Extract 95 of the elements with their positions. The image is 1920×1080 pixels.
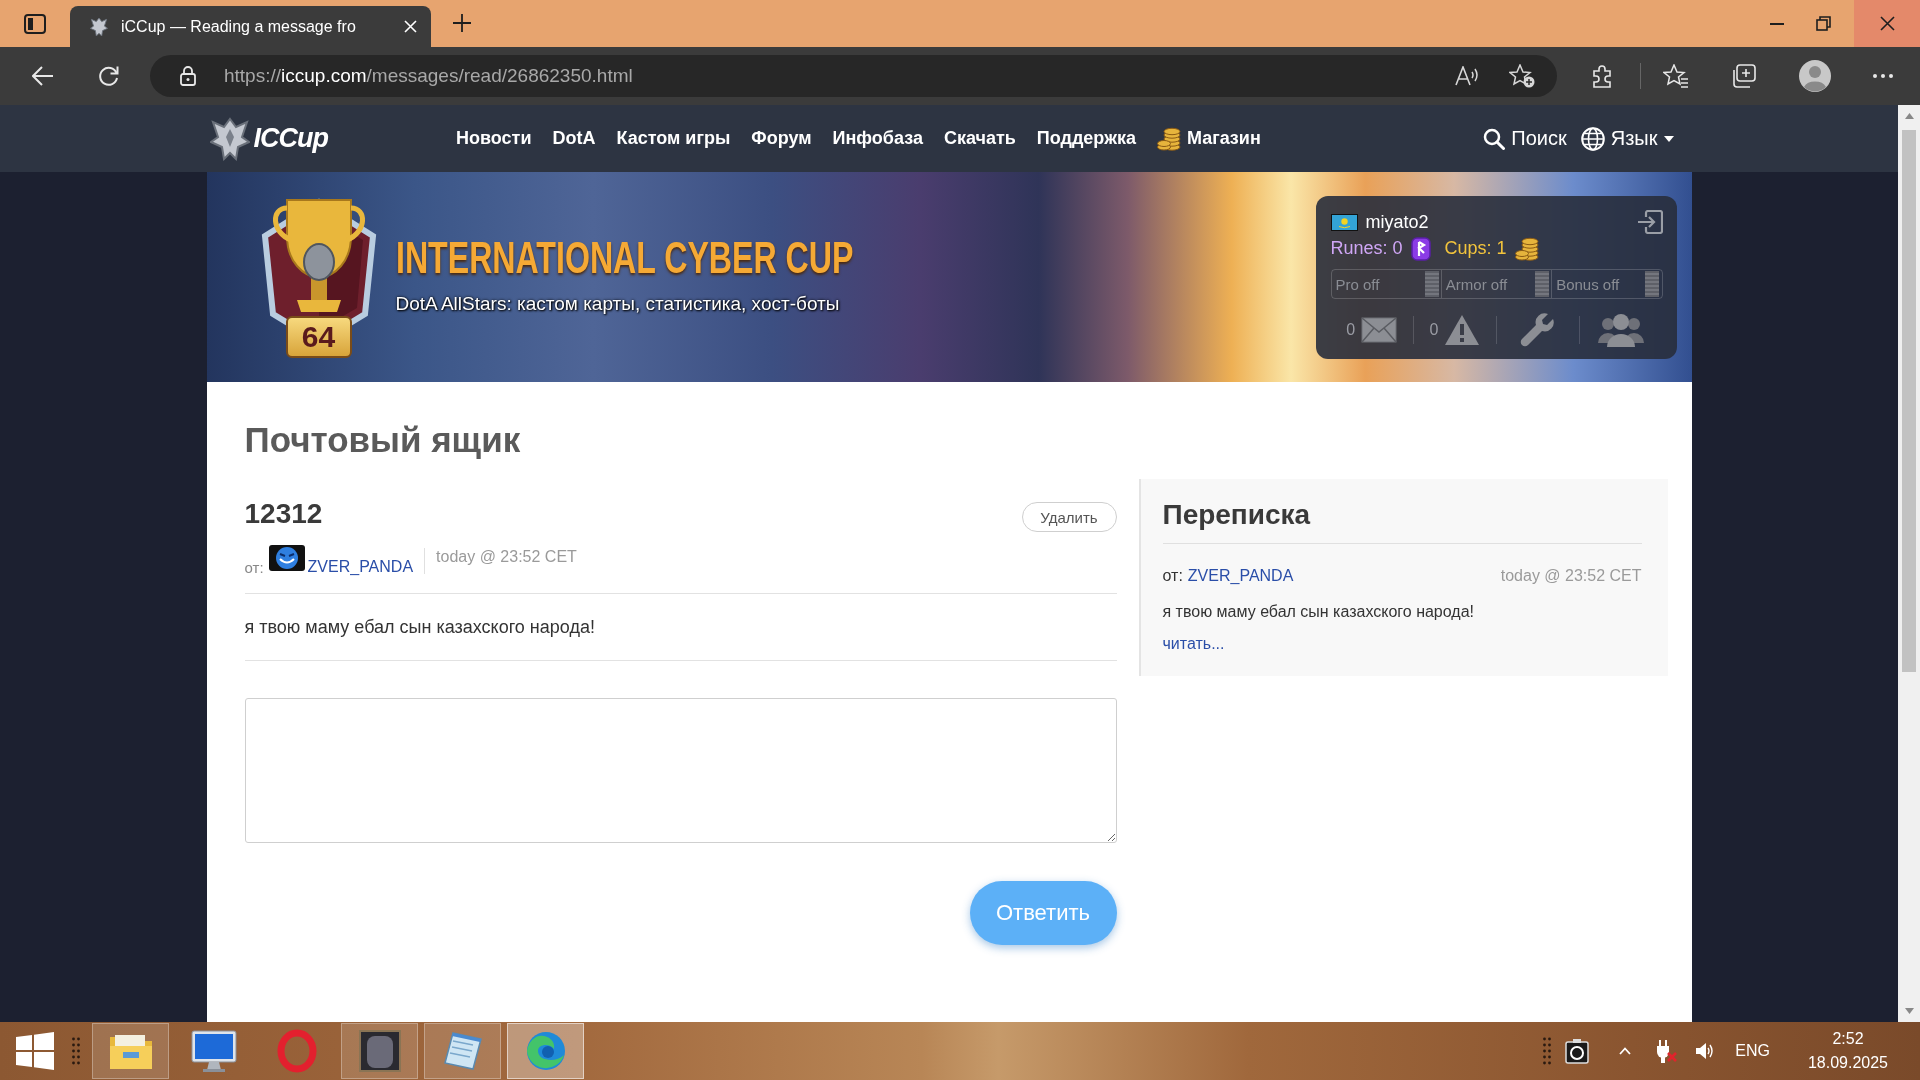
from-label: от: [1162, 567, 1183, 585]
scroll-down-icon[interactable] [1904, 1008, 1914, 1014]
toggle-button[interactable]: Armor off [1441, 270, 1553, 299]
delete-button[interactable]: Удалить [1021, 502, 1117, 532]
language-menu[interactable]: Язык [1580, 126, 1674, 151]
nav-link[interactable]: Форум [751, 128, 812, 149]
conversation-title: Переписка [1162, 497, 1642, 544]
message-time: today @ 23:52 CET [1500, 567, 1642, 585]
sender-link[interactable]: ZVER_PANDA [1187, 567, 1294, 585]
message-time: today @ 23:52 CET [436, 548, 577, 566]
back-arrow-icon[interactable] [32, 66, 54, 86]
rune-icon [1410, 236, 1431, 261]
address-field[interactable]: https://iccup.com/messages/read/26862350.html [150, 55, 1557, 97]
taskbar-app[interactable] [507, 1023, 584, 1079]
reply-field[interactable] [244, 698, 1117, 843]
power-plug-icon[interactable] [1655, 1039, 1678, 1063]
app-tile-icon [358, 1030, 401, 1072]
search-link[interactable]: Поиск [1483, 127, 1567, 150]
nav-link[interactable]: Скачать [943, 128, 1016, 149]
avatar-icon [268, 545, 305, 571]
counter-number: 0 [1429, 321, 1439, 340]
message-body: я твою маму ебал сын казахского народа! [244, 594, 1117, 661]
monitor-icon [190, 1030, 237, 1072]
taskbar-app[interactable] [424, 1023, 501, 1079]
grip-handle-icon[interactable] [1543, 1037, 1552, 1065]
camera-icon[interactable] [1565, 1038, 1590, 1064]
coins-icon [1514, 236, 1539, 261]
scroll-up-icon[interactable] [1904, 113, 1914, 119]
scrollbar[interactable] [1898, 105, 1920, 1022]
caret-icon [1663, 135, 1674, 142]
users-icon[interactable] [1598, 313, 1645, 348]
windows-logo-icon[interactable] [16, 1032, 54, 1070]
nav-link[interactable]: Кастом игры [616, 128, 731, 149]
rank-plaque: 64 [285, 316, 352, 358]
close-icon[interactable] [404, 20, 417, 33]
grip-handle-icon[interactable] [72, 1037, 80, 1065]
lock-icon[interactable] [180, 66, 196, 86]
refresh-icon[interactable] [98, 65, 120, 87]
toggle-button[interactable]: Bonus off [1552, 270, 1662, 299]
close-icon [1879, 16, 1895, 31]
globe-icon [1580, 126, 1605, 151]
message-excerpt: я твою маму ебал сын казахского народа! [1162, 602, 1475, 622]
runes-count: Runes: 0 [1330, 238, 1403, 260]
coins-icon [1156, 126, 1181, 151]
clock-date[interactable]: 18.09.2025 [1807, 1051, 1888, 1075]
o-ring-icon [276, 1029, 317, 1073]
more-icon[interactable] [1873, 74, 1893, 78]
sender-link[interactable]: ZVER_PANDA [307, 558, 414, 576]
tab-actions-icon[interactable] [24, 14, 46, 34]
nav-link[interactable]: Поддержка [1036, 128, 1136, 149]
scrollbar-thumb[interactable] [1902, 130, 1916, 672]
wrench-icon[interactable] [1520, 312, 1557, 349]
taskbar-app[interactable] [92, 1023, 169, 1079]
url-text: https://iccup.com/messages/read/26862350.html [224, 65, 633, 87]
swirl-icon [525, 1031, 566, 1071]
close-window-button[interactable] [1854, 0, 1920, 47]
collections-icon[interactable] [1731, 64, 1757, 88]
crest-icon [90, 16, 108, 37]
from-label: от: [244, 558, 264, 576]
restore-icon[interactable] [1815, 16, 1831, 31]
folder-icon [108, 1032, 153, 1070]
warning-icon[interactable] [1444, 314, 1481, 347]
nav-link[interactable]: Инфобаза [832, 128, 923, 149]
search-icon [1483, 127, 1506, 150]
banner-title: INTERNATIONAL CYBER CUP [395, 233, 854, 283]
speaker-icon[interactable] [1695, 1041, 1714, 1061]
browser-tab[interactable]: iCCup — Reading a message fro [70, 6, 431, 47]
logout-icon[interactable] [1636, 210, 1663, 235]
plus-icon[interactable] [453, 14, 471, 32]
counter-number: 0 [1346, 321, 1356, 340]
message-subject: 12312 [244, 498, 323, 530]
profile-avatar-icon[interactable] [1799, 60, 1831, 92]
notepad-icon [442, 1031, 483, 1071]
read-aloud-icon[interactable] [1455, 66, 1479, 86]
puzzle-icon[interactable] [1590, 64, 1614, 88]
nav-link[interactable]: Новости [456, 128, 532, 149]
crest-icon [209, 116, 250, 161]
mail-icon[interactable] [1361, 317, 1398, 344]
input-language[interactable]: ENG [1735, 1042, 1770, 1060]
minimize-icon[interactable] [1770, 22, 1784, 25]
flag-icon [1330, 213, 1358, 231]
cups-count: Cups: 1 [1444, 238, 1507, 260]
username-link[interactable]: miyato2 [1365, 211, 1429, 233]
page-title: Почтовый ящик [244, 419, 522, 461]
read-more-link[interactable]: читать... [1162, 634, 1225, 654]
nav-link[interactable]: Магазин [1156, 126, 1261, 151]
banner-subtitle: DotA AllStars: кастом карты, статистика, хост-боты [395, 293, 840, 315]
favorites-icon[interactable] [1663, 64, 1689, 88]
logo-link[interactable]: ICCup [209, 116, 328, 161]
clock-time[interactable]: 2:52 [1832, 1027, 1864, 1051]
toggle-button[interactable]: Pro off [1331, 270, 1442, 299]
taskbar-app[interactable] [341, 1023, 418, 1079]
nav-link[interactable]: DotA [552, 128, 596, 149]
favorite-add-icon[interactable] [1509, 64, 1535, 88]
chevron-up-icon[interactable] [1619, 1047, 1632, 1055]
